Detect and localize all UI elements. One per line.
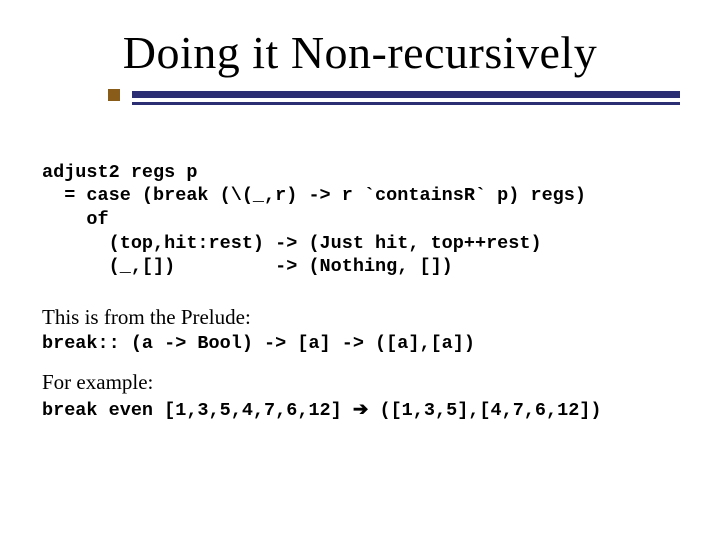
example-rhs: ([1,3,5],[4,7,6,12]) — [368, 400, 601, 421]
prelude-lead: This is from the Prelude: — [42, 305, 678, 330]
slide-title: Doing it Non-recursively — [42, 26, 678, 79]
code-line: = case (break (\(_,r) -> r `containsR` p… — [42, 185, 586, 206]
arrow-icon: ➔ — [353, 398, 369, 419]
code-line: of — [42, 209, 109, 230]
example-line: break even [1,3,5,4,7,6,12] ➔ ([1,3,5],[… — [42, 397, 678, 423]
example-lhs: break even [1,3,5,4,7,6,12] — [42, 400, 353, 421]
code-line: (top,hit:rest) -> (Just hit, top++rest) — [42, 233, 542, 254]
body-text: This is from the Prelude: break:: (a -> … — [42, 305, 678, 422]
title-rule — [132, 91, 680, 105]
prelude-signature: break:: (a -> Bool) -> [a] -> ([a],[a]) — [42, 332, 678, 356]
slide: Doing it Non-recursively adjust2 regs p … — [0, 0, 720, 540]
code-line: adjust2 regs p — [42, 162, 197, 183]
bullet-square-icon — [108, 89, 120, 101]
code-block: adjust2 regs p = case (break (\(_,r) -> … — [42, 137, 678, 279]
code-line: (_,[]) -> (Nothing, []) — [42, 256, 453, 277]
example-lead: For example: — [42, 370, 678, 395]
